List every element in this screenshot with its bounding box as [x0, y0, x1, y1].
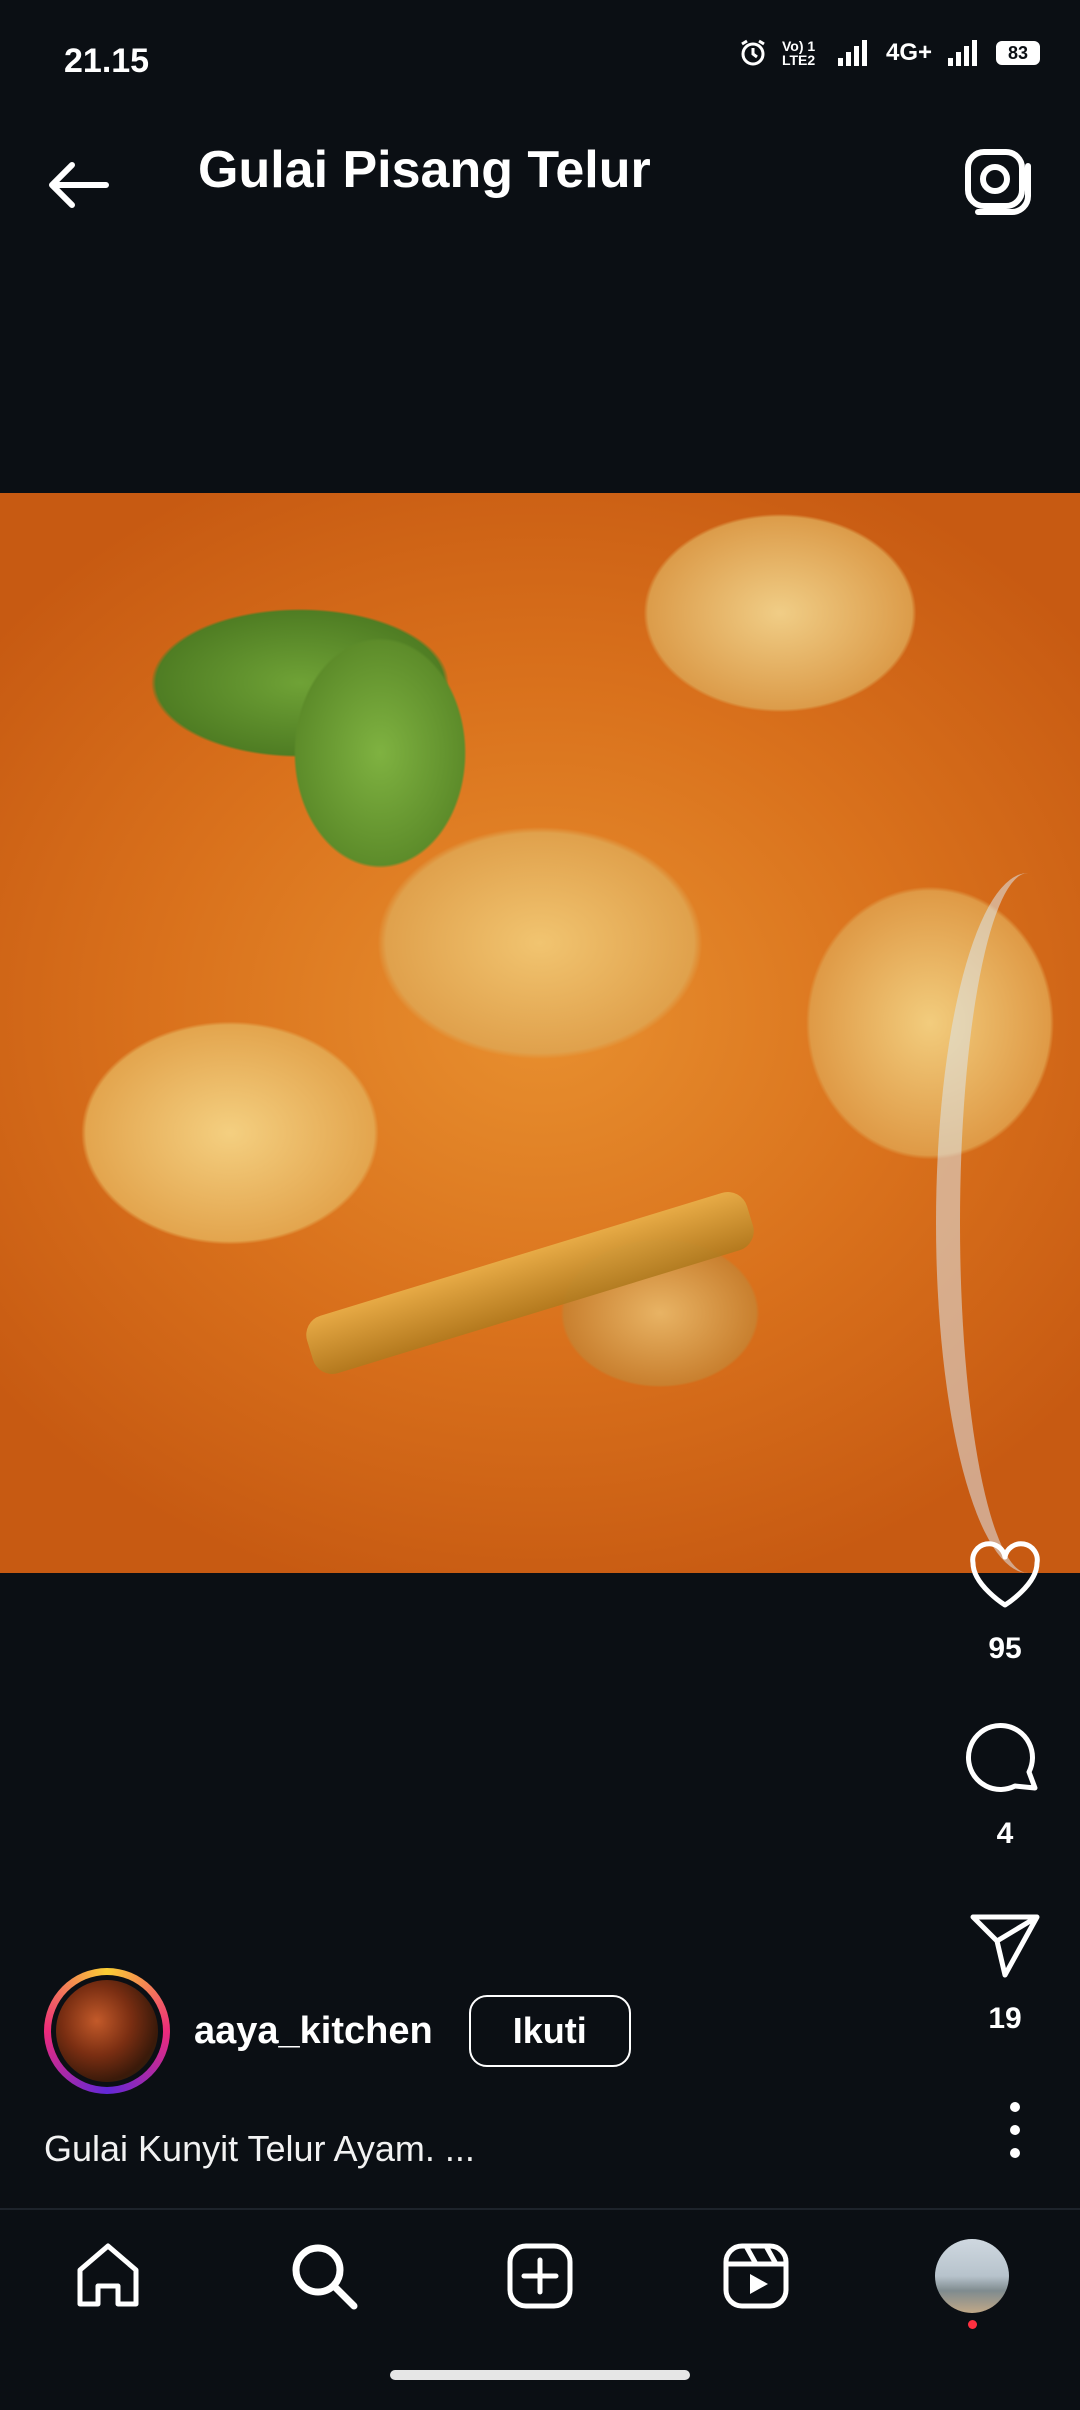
create-icon — [507, 2243, 573, 2309]
heart-icon — [970, 1541, 1040, 1608]
signal-icon-2 — [948, 40, 977, 66]
reels-icon — [723, 2243, 789, 2309]
back-button[interactable] — [40, 145, 120, 225]
photo-detail — [301, 1187, 759, 1379]
nav-search[interactable] — [284, 2236, 364, 2316]
home-indicator[interactable] — [390, 2370, 690, 2380]
author-avatar[interactable] — [44, 1968, 170, 2094]
like-count: 95 — [988, 1632, 1022, 1665]
alarm-icon — [741, 39, 765, 66]
status-bar: 21.15 Vo) 1 LTE2 4G+ 83 — [0, 0, 1080, 100]
author-row: aaya_kitchen Ikuti — [44, 1968, 631, 2094]
post-image[interactable] — [0, 493, 1080, 1573]
author-avatar-image — [56, 1980, 158, 2082]
more-vertical-icon — [1010, 2102, 1020, 2158]
network-label: 4G+ — [885, 39, 932, 66]
profile-avatar — [935, 2239, 1009, 2313]
notification-dot — [968, 2320, 977, 2329]
camera-button[interactable] — [960, 140, 1040, 220]
post-caption[interactable]: Gulai Kunyit Telur Ayam. ... — [44, 2128, 475, 2170]
more-options-button[interactable] — [985, 2095, 1045, 2165]
search-icon — [292, 2244, 358, 2310]
signal-icon — [837, 40, 867, 66]
comment-icon — [965, 1722, 1038, 1792]
camera-icon — [965, 149, 1031, 215]
home-icon — [77, 2243, 139, 2307]
status-icons: Vo) 1 LTE2 4G+ 83 — [738, 38, 1040, 68]
author-username[interactable]: aaya_kitchen — [194, 2010, 433, 2053]
photo-detail-bowl — [936, 873, 1080, 1573]
like-action[interactable]: 95 — [930, 1535, 1080, 1666]
share-count: 19 — [988, 2002, 1022, 2035]
send-icon — [970, 1914, 1040, 1978]
comment-action[interactable]: 4 — [930, 1720, 1080, 1851]
page-title: Gulai Pisang Telur — [198, 141, 651, 199]
follow-button[interactable]: Ikuti — [468, 1995, 631, 2067]
share-action[interactable]: 19 — [930, 1905, 1080, 2036]
arrow-left-icon — [49, 162, 109, 208]
comment-count: 4 — [996, 1817, 1014, 1850]
status-time: 21.15 — [64, 42, 150, 80]
nav-create[interactable] — [500, 2236, 580, 2316]
battery-indicator: 83 — [996, 41, 1040, 65]
nav-profile[interactable] — [932, 2236, 1012, 2329]
nav-home[interactable] — [68, 2236, 148, 2316]
volte-label: Vo) 1 LTE2 — [781, 38, 816, 68]
nav-reels[interactable] — [716, 2236, 796, 2316]
